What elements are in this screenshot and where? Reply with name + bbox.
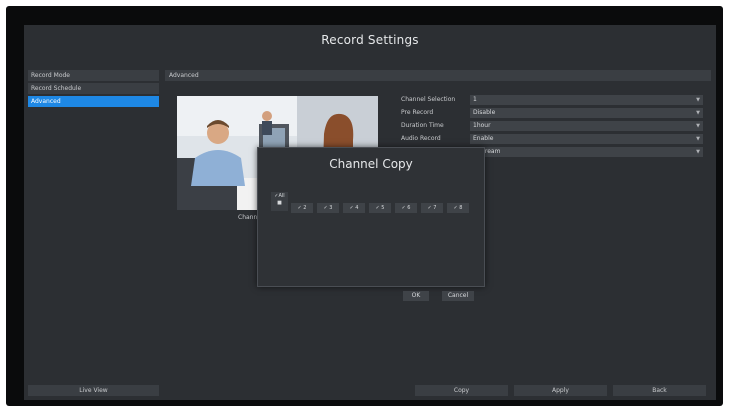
pre-record-dropdown[interactable]: Disable ▼ — [470, 108, 703, 118]
channel-checkbox-6[interactable]: ✓ 6 — [395, 203, 417, 213]
channel-checkbox-4[interactable]: ✓ 4 — [343, 203, 365, 213]
copy-button[interactable]: Copy — [415, 385, 508, 396]
stream-dropdown[interactable]: n Stream ▼ — [470, 147, 703, 157]
dropdown-value: Enable — [473, 135, 494, 142]
setting-label: Channel Selection — [401, 96, 456, 103]
channel-label: 4 — [355, 205, 359, 211]
cancel-button[interactable]: Cancel — [442, 291, 474, 301]
dropdown-value: 1 — [473, 96, 477, 103]
dialog-title: Channel Copy — [329, 157, 413, 171]
channel-label: 6 — [407, 205, 411, 211]
setting-row-duration-time: Duration Time 1hour ▼ — [401, 120, 706, 132]
chevron-down-icon: ▼ — [696, 123, 700, 129]
screen: Record Settings Record Mode Record Sched… — [24, 25, 716, 400]
sidebar-item-advanced[interactable]: Advanced — [28, 96, 159, 107]
channel-label: 5 — [381, 205, 385, 211]
channel-selection-dropdown[interactable]: 1 ▼ — [470, 95, 703, 105]
sidebar-item-label: Record Schedule — [31, 85, 82, 92]
audio-record-dropdown[interactable]: Enable ▼ — [470, 134, 703, 144]
sidebar: Record Mode Record Schedule Advanced — [28, 70, 159, 109]
setting-row-audio-record: Audio Record Enable ▼ — [401, 133, 706, 145]
dropdown-value: 1hour — [473, 122, 491, 129]
page-title: Record Settings — [321, 33, 419, 47]
live-view-button[interactable]: Live View — [28, 385, 159, 396]
monitor-bezel: Record Settings Record Mode Record Sched… — [6, 6, 723, 406]
channel-checkbox-7[interactable]: ✓ 7 — [421, 203, 443, 213]
channel-copy-dialog: Channel Copy ✓All ■ ✓ 2 ✓ 3 ✓ 4 ✓ 5 ✓ 6 … — [257, 147, 485, 301]
channel-label: 2 — [303, 205, 307, 211]
checkbox-icon: ■ — [277, 200, 282, 206]
chevron-down-icon: ▼ — [696, 149, 700, 155]
preview-label: Chann — [238, 214, 258, 221]
sidebar-item-record-schedule[interactable]: Record Schedule — [28, 83, 159, 94]
all-label: ✓All — [274, 193, 285, 199]
back-button[interactable]: Back — [613, 385, 706, 396]
sidebar-item-record-mode[interactable]: Record Mode — [28, 70, 159, 81]
section-header: Advanced — [165, 70, 711, 81]
channel-label: 8 — [459, 205, 463, 211]
setting-row-channel-selection: Channel Selection 1 ▼ — [401, 94, 706, 106]
setting-label: Pre Record — [401, 109, 434, 116]
ok-button[interactable]: OK — [403, 291, 429, 301]
setting-label: Audio Record — [401, 135, 441, 142]
all-label-text: All — [278, 193, 285, 199]
chevron-down-icon: ▼ — [696, 97, 700, 103]
chevron-down-icon: ▼ — [696, 136, 700, 142]
all-channels-checkbox[interactable]: ✓All ■ — [271, 192, 288, 211]
sidebar-item-label: Advanced — [31, 98, 61, 105]
apply-button[interactable]: Apply — [514, 385, 607, 396]
sidebar-item-label: Record Mode — [31, 72, 70, 79]
duration-time-dropdown[interactable]: 1hour ▼ — [470, 121, 703, 131]
channel-label: 3 — [329, 205, 333, 211]
channel-checkbox-2[interactable]: ✓ 2 — [291, 203, 313, 213]
channel-checkbox-8[interactable]: ✓ 8 — [447, 203, 469, 213]
setting-label: Duration Time — [401, 122, 444, 129]
channel-label: 7 — [433, 205, 437, 211]
chevron-down-icon: ▼ — [696, 110, 700, 116]
setting-row-pre-record: Pre Record Disable ▼ — [401, 107, 706, 119]
dropdown-value: Disable — [473, 109, 496, 116]
channel-checkbox-3[interactable]: ✓ 3 — [317, 203, 339, 213]
channel-checkbox-5[interactable]: ✓ 5 — [369, 203, 391, 213]
